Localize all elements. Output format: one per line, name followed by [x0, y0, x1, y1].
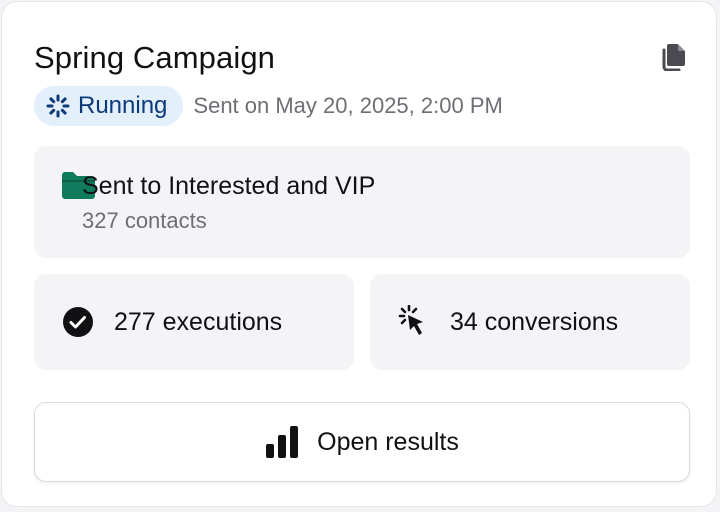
audience-segment-vip: VIP: [335, 172, 376, 200]
bar-chart-icon: [265, 426, 299, 458]
audience-conjunction: and: [286, 172, 329, 200]
audience-segment-interested: Interested: [168, 172, 280, 200]
status-label: Running: [78, 92, 168, 119]
conversions-stat: 34 conversions: [370, 274, 690, 370]
executions-label: 277 executions: [114, 307, 283, 336]
copy-icon: [661, 43, 687, 76]
status-badge: Running: [34, 86, 184, 126]
audience-panel: [34, 146, 690, 258]
spinner-icon: [46, 94, 70, 118]
open-results-button[interactable]: Open results: [34, 402, 690, 482]
campaign-title: Spring Campaign: [34, 40, 276, 75]
copy-button[interactable]: [658, 42, 690, 76]
audience-summary: Sent to Interested and VIP: [82, 170, 375, 202]
open-results-label: Open results: [317, 427, 459, 456]
cursor-click-icon: [398, 305, 430, 338]
check-circle-icon: [62, 306, 94, 338]
contacts-count: 327 contacts: [82, 208, 207, 233]
executions-stat: 277 executions: [34, 274, 354, 370]
audience-prefix: Sent to: [82, 172, 162, 200]
conversions-label: 34 conversions: [450, 307, 619, 336]
sent-on-timestamp: Sent on May 20, 2025, 2:00 PM: [193, 93, 503, 118]
status-row: Running Sent on May 20, 2025, 2:00 PM: [34, 86, 503, 126]
campaign-card: Spring Campaign Running Sent on May 20, …: [1, 1, 717, 507]
